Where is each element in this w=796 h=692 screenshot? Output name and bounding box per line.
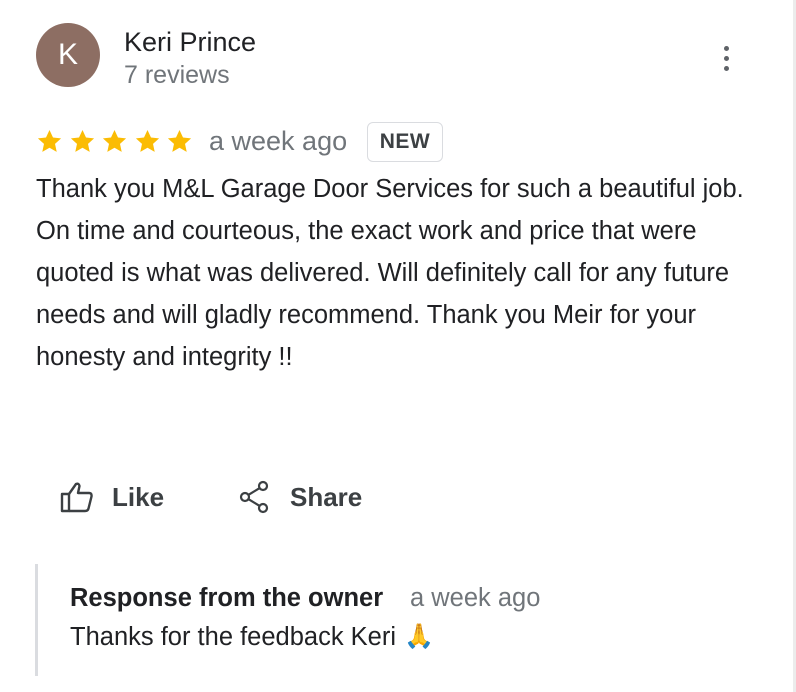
share-label: Share — [290, 481, 363, 512]
new-badge: NEW — [367, 122, 443, 162]
avatar-letter: K — [57, 38, 78, 71]
more-options-button[interactable] — [712, 40, 740, 76]
avatar[interactable]: K — [36, 23, 100, 87]
owner-response-body: Thanks for the feedback Keri 🙏 — [70, 621, 434, 653]
share-icon — [239, 480, 269, 514]
thumbs-up-icon — [60, 482, 93, 513]
star-icon — [135, 129, 159, 152]
review-time: a week ago — [209, 126, 348, 156]
more-vert-icon-dot — [723, 65, 729, 71]
more-vert-icon-dot — [723, 55, 729, 61]
more-vert-icon — [723, 45, 729, 51]
star-icon — [37, 129, 62, 152]
like-label: Like — [112, 481, 165, 512]
owner-response-time: a week ago — [410, 584, 541, 612]
owner-response-title: Response from the owner — [70, 584, 384, 612]
star-icon — [167, 129, 192, 152]
share-button[interactable]: Share — [238, 477, 362, 517]
review-text: Thank you M&L Garage Door Services for s… — [36, 175, 744, 371]
owner-response-text: Thanks for the feedback Keri — [70, 623, 397, 651]
response-divider — [35, 564, 38, 676]
like-button[interactable]: Like — [60, 477, 164, 517]
star-icon — [70, 129, 94, 152]
folded-hands-icon: 🙏 — [404, 623, 434, 650]
star-icon — [102, 129, 127, 152]
reviewer-review-count[interactable]: 7 reviews — [124, 60, 230, 90]
star-rating — [36, 125, 199, 157]
reviewer-name[interactable]: Keri Prince — [124, 26, 256, 58]
